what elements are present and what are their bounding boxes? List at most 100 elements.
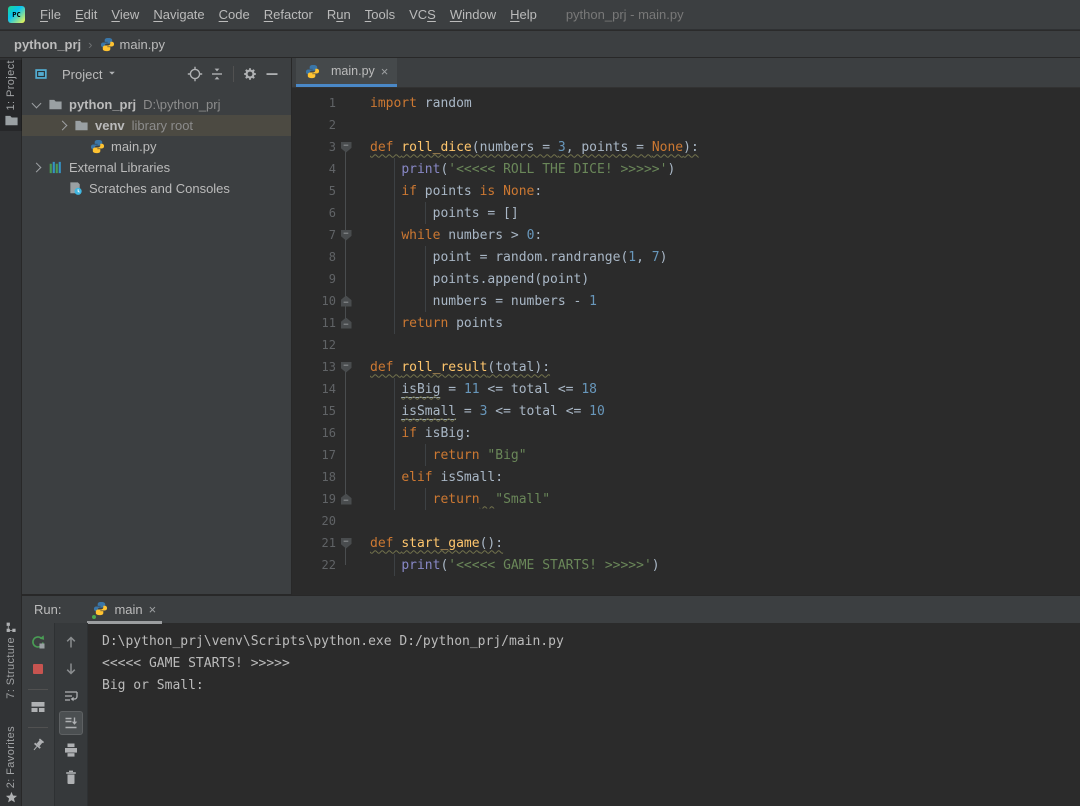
hide-icon xyxy=(264,66,280,82)
code-line-7[interactable]: 7− while numbers > 0: xyxy=(292,224,1080,246)
breadcrumb: python_prj › main.py xyxy=(0,31,1080,58)
menu-item-vcs[interactable]: VCS xyxy=(402,4,443,25)
scroll-to-end-icon xyxy=(63,715,79,731)
menu-item-help[interactable]: Help xyxy=(503,4,544,25)
tree-item-scratches-and-consoles[interactable]: Scratches and Consoles xyxy=(22,178,291,199)
menu-item-file[interactable]: File xyxy=(33,4,68,25)
run-tab-main[interactable]: main × xyxy=(87,596,162,624)
close-tab-icon[interactable]: × xyxy=(381,65,389,78)
tab-main-py[interactable]: main.py × xyxy=(296,58,397,87)
python-file-icon xyxy=(305,64,320,79)
pin-button[interactable] xyxy=(26,733,50,757)
locate-button[interactable] xyxy=(184,63,206,85)
menu-item-code[interactable]: Code xyxy=(212,4,257,25)
chevron-down-icon[interactable] xyxy=(107,65,117,83)
menu-item-navigate[interactable]: Navigate xyxy=(146,4,211,25)
python-run-icon xyxy=(93,601,108,619)
code-line-15[interactable]: 15 isSmall = 3 <= total <= 10 xyxy=(292,400,1080,422)
code-line-17[interactable]: 17 return "Big" xyxy=(292,444,1080,466)
tree-item-external-libraries[interactable]: External Libraries xyxy=(22,157,291,178)
code-line-6[interactable]: 6 points = [] xyxy=(292,202,1080,224)
line-number: 12 xyxy=(292,338,336,352)
menu-item-window[interactable]: Window xyxy=(443,4,503,25)
line-number: 6 xyxy=(292,206,336,220)
run-tool-window: Run: main × D:\python_prj\venv\Scripts\p… xyxy=(22,595,1080,806)
gutter-fold-zone: − xyxy=(336,142,356,153)
code-line-2[interactable]: 2 xyxy=(292,114,1080,136)
code-line-8[interactable]: 8 point = random.randrange(1, 7) xyxy=(292,246,1080,268)
stop-button[interactable] xyxy=(26,657,50,681)
down-button[interactable] xyxy=(59,657,83,681)
close-run-tab-icon[interactable]: × xyxy=(149,603,157,616)
python-file-icon xyxy=(100,37,115,52)
code-line-11[interactable]: 11− return points xyxy=(292,312,1080,334)
stop-icon xyxy=(30,661,46,677)
code-text: elif isSmall: xyxy=(356,470,503,485)
project-view-selector[interactable]: Project xyxy=(62,67,102,82)
tree-item-python-prj[interactable]: python_prjD:\python_prj xyxy=(22,94,291,115)
tool-stripe-project-button[interactable]: 1: Project xyxy=(0,60,22,131)
menu-item-edit[interactable]: Edit xyxy=(68,4,104,25)
breadcrumb-file[interactable]: main.py xyxy=(120,37,166,52)
fold-end-icon[interactable]: − xyxy=(341,494,352,505)
console-output[interactable]: D:\python_prj\venv\Scripts\python.exe D:… xyxy=(88,623,1080,806)
menu-item-run[interactable]: Run xyxy=(320,4,358,25)
line-number: 17 xyxy=(292,448,336,462)
fold-collapse-icon[interactable]: − xyxy=(341,538,352,549)
divider xyxy=(28,689,48,690)
code-line-1[interactable]: 1import random xyxy=(292,92,1080,114)
chevron-right-icon[interactable] xyxy=(58,121,68,131)
code-line-19[interactable]: 19− return "Small" xyxy=(292,488,1080,510)
fold-end-icon[interactable]: − xyxy=(341,296,352,307)
fold-collapse-icon[interactable]: − xyxy=(341,362,352,373)
tree-item-label: Scratches and Consoles xyxy=(89,181,230,196)
line-number: 4 xyxy=(292,162,336,176)
code-line-4[interactable]: 4 print('<<<<< ROLL THE DICE! >>>>>') xyxy=(292,158,1080,180)
up-button[interactable] xyxy=(59,630,83,654)
project-panel-header: Project xyxy=(22,58,291,90)
tool-stripe-label: 1: Project xyxy=(5,60,17,110)
python-icon xyxy=(88,139,106,154)
hide-button[interactable] xyxy=(261,63,283,85)
chevron-right-icon[interactable] xyxy=(32,163,42,173)
fold-end-icon[interactable]: − xyxy=(341,318,352,329)
code-line-14[interactable]: 14 isBig = 11 <= total <= 18 xyxy=(292,378,1080,400)
code-line-5[interactable]: 5 if points is None: xyxy=(292,180,1080,202)
tree-item-venv[interactable]: venvlibrary root xyxy=(22,115,291,136)
code-line-22[interactable]: 22 print('<<<<< GAME STARTS! >>>>>') xyxy=(292,554,1080,576)
tree-item-suffix: library root xyxy=(132,118,193,133)
menu-item-tools[interactable]: Tools xyxy=(358,4,402,25)
folder-icon xyxy=(72,118,90,133)
code-line-13[interactable]: 13−def roll_result(total): xyxy=(292,356,1080,378)
tool-stripe-favorites-button[interactable]: 2: Favorites xyxy=(0,726,22,806)
line-number: 7 xyxy=(292,228,336,242)
menu-item-view[interactable]: View xyxy=(104,4,146,25)
code-line-16[interactable]: 16 if isBig: xyxy=(292,422,1080,444)
breadcrumb-project[interactable]: python_prj xyxy=(14,37,81,52)
softwrap-button[interactable] xyxy=(59,684,83,708)
collapse-all-icon xyxy=(209,66,225,82)
code-line-21[interactable]: 21−def start_game(): xyxy=(292,532,1080,554)
chevron-down-icon[interactable] xyxy=(32,98,42,108)
tree-item-main-py[interactable]: main.py xyxy=(22,136,291,157)
print-button[interactable] xyxy=(59,738,83,762)
layout-button[interactable] xyxy=(26,695,50,719)
trash-button[interactable] xyxy=(59,765,83,789)
folder-icon xyxy=(4,113,19,128)
code-line-3[interactable]: 3−def roll_dice(numbers = 3, points = No… xyxy=(292,136,1080,158)
fold-collapse-icon[interactable]: − xyxy=(341,230,352,241)
code-line-18[interactable]: 18 elif isSmall: xyxy=(292,466,1080,488)
rerun-button[interactable] xyxy=(26,630,50,654)
code-line-10[interactable]: 10− numbers = numbers - 1 xyxy=(292,290,1080,312)
project-view-icon xyxy=(32,67,50,81)
fold-collapse-icon[interactable]: − xyxy=(341,142,352,153)
code-editor[interactable]: 1import random23−def roll_dice(numbers =… xyxy=(292,88,1080,595)
menu-item-refactor[interactable]: Refactor xyxy=(257,4,320,25)
collapse-all-button[interactable] xyxy=(206,63,228,85)
code-line-9[interactable]: 9 points.append(point) xyxy=(292,268,1080,290)
scroll-to-end-button[interactable] xyxy=(59,711,83,735)
code-line-12[interactable]: 12 xyxy=(292,334,1080,356)
code-line-20[interactable]: 20 xyxy=(292,510,1080,532)
tool-stripe-structure-button[interactable]: 7: Structure xyxy=(0,618,22,699)
settings-button[interactable] xyxy=(239,63,261,85)
